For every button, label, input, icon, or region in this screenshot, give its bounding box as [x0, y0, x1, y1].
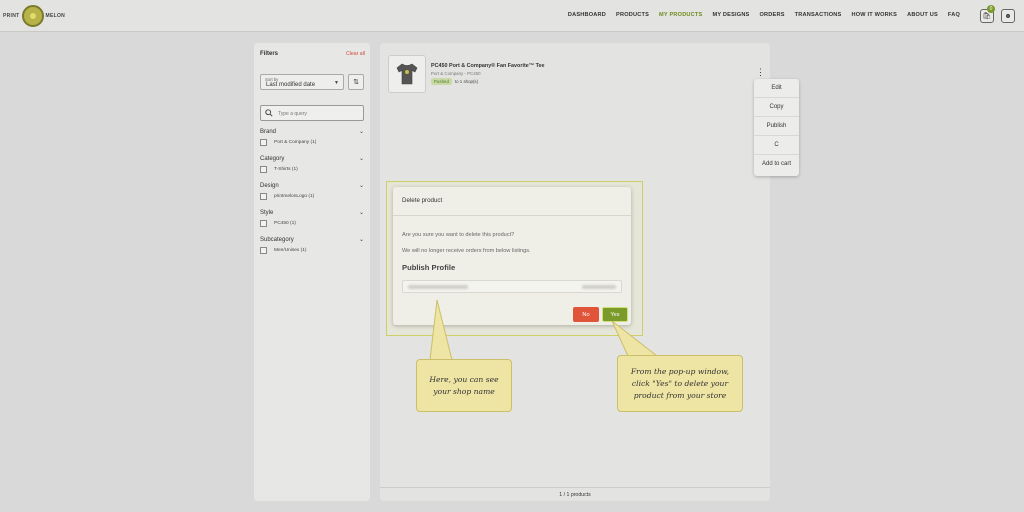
- product-action-menu: Edit Copy Publish C Add to cart: [754, 79, 799, 176]
- nav-products[interactable]: PRODUCTS: [616, 12, 649, 18]
- filter-group-header[interactable]: Design ⌄: [260, 182, 364, 190]
- checkbox[interactable]: [260, 139, 267, 146]
- tshirt-icon: [396, 63, 418, 85]
- checkbox[interactable]: [260, 193, 267, 200]
- filter-group-header[interactable]: Category ⌄: [260, 155, 364, 163]
- filter-option[interactable]: Port & Company (1): [260, 139, 364, 146]
- checkbox[interactable]: [260, 166, 267, 173]
- filter-group-name: Subcategory: [260, 236, 294, 243]
- user-icon[interactable]: ☻: [1001, 9, 1015, 23]
- menu-item-loading[interactable]: C: [754, 136, 799, 155]
- filter-option[interactable]: Men/Unisex (1): [260, 247, 364, 254]
- filter-group-style: Style ⌄ PC450 (1): [260, 209, 364, 227]
- filter-group-brand: Brand ⌄ Port & Company (1): [260, 128, 364, 146]
- no-button[interactable]: No: [573, 307, 599, 322]
- sort-value: Last modified date: [266, 82, 316, 88]
- callout-line: your shop name: [433, 386, 495, 396]
- chevron-down-icon: ⌄: [358, 237, 364, 243]
- callout-line: click "Yes" to delete your: [631, 378, 729, 388]
- status-meta: to 1 shop(s): [454, 79, 479, 84]
- blurred-shop-detail: [582, 285, 616, 289]
- blurred-shop-name: [408, 285, 468, 289]
- melon-logo-icon: [21, 5, 44, 27]
- top-header: PRINT MELON DASHBOARD PRODUCTS MY PRODUC…: [0, 0, 1024, 32]
- menu-item-add-to-cart[interactable]: Add to cart: [754, 155, 799, 174]
- more-options-icon[interactable]: ⋮: [756, 68, 765, 77]
- delete-product-dialog: Delete product Are you sure you want to …: [393, 187, 631, 325]
- sort-select[interactable]: Sort by Last modified date ▼: [260, 74, 344, 90]
- nav-orders[interactable]: ORDERS: [760, 12, 785, 18]
- filter-group-name: Design: [260, 182, 279, 189]
- filter-group-name: Category: [260, 155, 285, 162]
- filter-group-name: Style: [260, 209, 274, 216]
- divider: [393, 215, 631, 216]
- filter-group-design: Design ⌄ printmelonLogo (1): [260, 182, 364, 200]
- filter-option-label: printmelonLogo (1): [274, 194, 315, 199]
- main-nav: DASHBOARD PRODUCTS MY PRODUCTS MY DESIGN…: [568, 12, 960, 18]
- clear-all-link[interactable]: Clear all: [346, 51, 365, 57]
- chevron-down-icon: ⌄: [358, 129, 364, 135]
- filter-group-name: Brand: [260, 128, 277, 135]
- filter-option[interactable]: T-Shirts (1): [260, 166, 364, 173]
- filter-option[interactable]: printmelonLogo (1): [260, 193, 364, 200]
- sort-direction-button[interactable]: ⇅: [348, 74, 364, 90]
- chevron-down-icon: ⌄: [358, 183, 364, 189]
- product-name[interactable]: PC450 Port & Company® Fan Favorite™ Tee: [431, 63, 545, 69]
- filter-group-category: Category ⌄ T-Shirts (1): [260, 155, 364, 173]
- callout-line: product from your store: [633, 390, 727, 400]
- menu-item-publish[interactable]: Publish: [754, 117, 799, 136]
- checkbox[interactable]: [260, 247, 267, 254]
- filter-option-label: Men/Unisex (1): [274, 248, 307, 253]
- chevron-down-icon: ⌄: [358, 210, 364, 216]
- yes-button[interactable]: Yes: [602, 307, 628, 322]
- filter-group-header[interactable]: Subcategory ⌄: [260, 236, 364, 244]
- filter-option-label: Port & Company (1): [274, 140, 317, 145]
- filter-group-header[interactable]: Brand ⌄: [260, 128, 364, 136]
- nav-about-us[interactable]: ABOUT US: [907, 12, 938, 18]
- status-badge: Pushed: [431, 78, 452, 85]
- menu-item-edit[interactable]: Edit: [754, 79, 799, 98]
- filters-title: Filters: [260, 51, 279, 57]
- product-brand-style: Port & Company - PC450: [431, 71, 481, 76]
- callout-line: Here, you can see: [429, 374, 499, 384]
- logo-text-right: MELON: [45, 13, 66, 19]
- publish-profile-heading: Publish Profile: [402, 263, 456, 272]
- products-count: 1 / 1 products: [380, 487, 770, 501]
- filter-group-subcategory: Subcategory ⌄ Men/Unisex (1): [260, 236, 364, 254]
- nav-dashboard[interactable]: DASHBOARD: [568, 12, 606, 18]
- checkbox[interactable]: [260, 220, 267, 227]
- callout-shop-name: Here, you can see your shop name: [416, 359, 512, 412]
- cart-count-badge: 0: [987, 5, 995, 13]
- dialog-question: Are you sure you want to delete this pro…: [402, 232, 515, 238]
- filter-option-label: PC450 (1): [274, 221, 296, 226]
- logo[interactable]: PRINT MELON: [3, 4, 65, 28]
- nav-faq[interactable]: FAQ: [948, 12, 960, 18]
- callout-delete-hint: From the pop-up window, click "Yes" to d…: [617, 355, 743, 412]
- nav-how-it-works[interactable]: HOW IT WORKS: [851, 12, 897, 18]
- dialog-note: We will no longer receive orders from be…: [402, 248, 531, 254]
- search-icon: [265, 109, 273, 117]
- product-status: Pushed to 1 shop(s): [431, 78, 478, 85]
- dialog-title: Delete product: [402, 197, 443, 204]
- nav-my-designs[interactable]: MY DESIGNS: [712, 12, 749, 18]
- search-input[interactable]: Type a query: [260, 105, 364, 121]
- sort-arrows-icon: ⇅: [353, 79, 359, 86]
- logo-text-left: PRINT: [3, 13, 20, 19]
- search-placeholder: Type a query: [278, 111, 307, 117]
- callout-line: From the pop-up window,: [630, 366, 730, 376]
- filter-option[interactable]: PC450 (1): [260, 220, 364, 227]
- filter-group-header[interactable]: Style ⌄: [260, 209, 364, 217]
- chevron-down-icon: ▼: [334, 80, 339, 86]
- menu-item-copy[interactable]: Copy: [754, 98, 799, 117]
- publish-profile-row: [402, 280, 622, 293]
- nav-transactions[interactable]: TRANSACTIONS: [795, 12, 842, 18]
- nav-my-products[interactable]: MY PRODUCTS: [659, 12, 702, 18]
- chevron-down-icon: ⌄: [358, 156, 364, 162]
- product-thumbnail[interactable]: [388, 55, 426, 93]
- filters-panel: Filters Clear all Sort by Last modified …: [254, 43, 370, 501]
- filter-option-label: T-Shirts (1): [274, 167, 298, 172]
